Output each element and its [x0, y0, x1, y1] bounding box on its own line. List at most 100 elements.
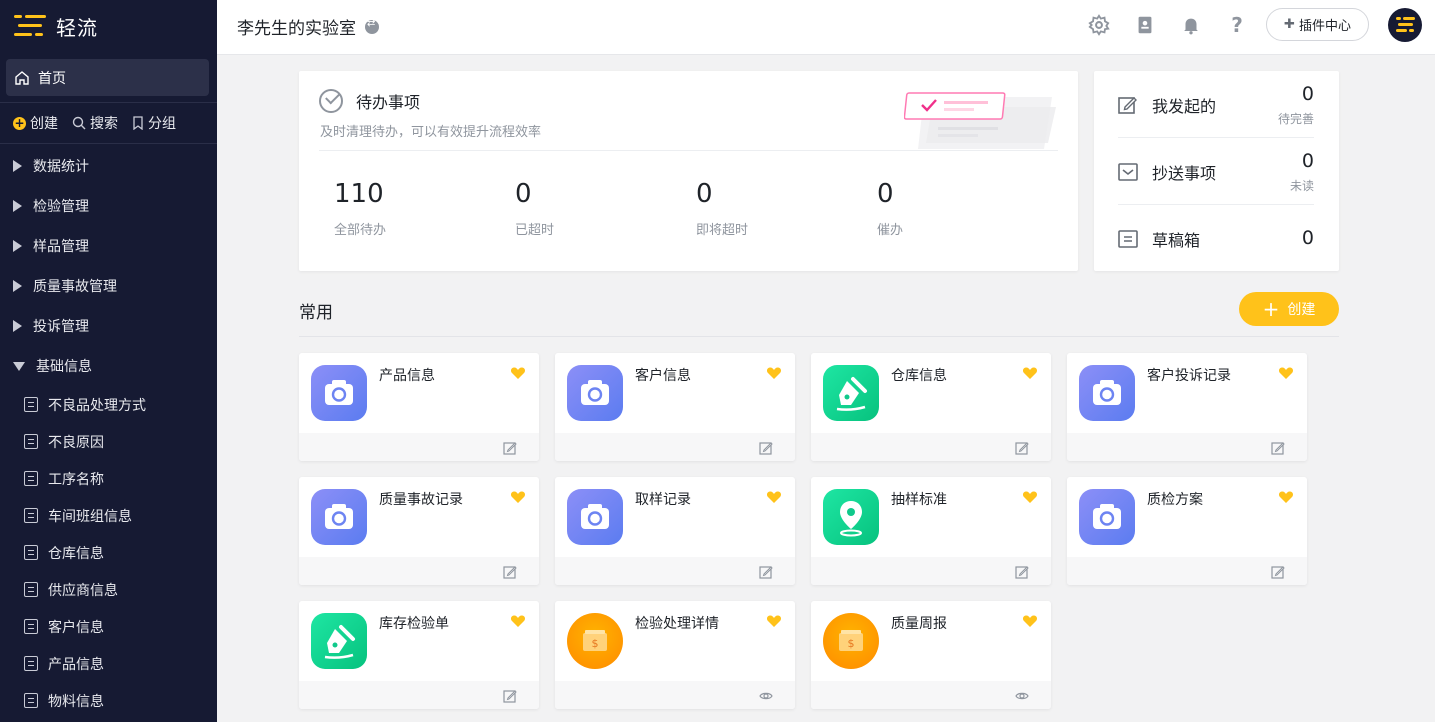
favorite-heart-icon[interactable]: [510, 365, 526, 381]
summary-count: 0: [1301, 227, 1314, 249]
sidebar-sub-item[interactable]: 工序名称: [0, 460, 217, 497]
sidebar-sub-item[interactable]: 车间班组信息: [0, 497, 217, 534]
summary-note: 待完善: [1277, 112, 1314, 126]
todo-stat-urged[interactable]: 0 催办: [877, 179, 903, 238]
camera-icon: [567, 365, 623, 421]
favorite-heart-icon[interactable]: [766, 365, 782, 381]
favorite-heart-icon[interactable]: [510, 613, 526, 629]
todo-stat-due-soon[interactable]: 0 即将超时: [696, 179, 748, 238]
sidebar-group-incidents[interactable]: 质量事故管理: [0, 266, 217, 306]
app-card[interactable]: 库存检验单: [299, 601, 539, 709]
sidebar-group-label: 样品管理: [33, 239, 89, 255]
stat-label: 已超时: [515, 223, 555, 238]
sidebar-group-samples[interactable]: 样品管理: [0, 226, 217, 266]
plus-circle-icon: +: [13, 115, 26, 130]
app-card[interactable]: 质量事故记录: [299, 477, 539, 585]
summary-row-drafts[interactable]: 草稿箱 0: [1118, 205, 1314, 272]
app-name: 库存检验单: [379, 616, 449, 632]
sidebar-sub-label: 不良品处理方式: [48, 397, 146, 414]
todo-illustration-icon: [904, 92, 1056, 149]
quick-group-button[interactable]: 分组: [132, 113, 176, 133]
edit-icon[interactable]: [1015, 564, 1029, 579]
app-card[interactable]: 客户信息: [555, 353, 795, 461]
sidebar-sub-item[interactable]: 客户信息: [0, 608, 217, 645]
app-card[interactable]: $ 检验处理详情: [555, 601, 795, 709]
sidebar-group-complaints[interactable]: 投诉管理: [0, 306, 217, 346]
camera-icon: [311, 365, 367, 421]
sidebar-group-stats[interactable]: 数据统计: [0, 146, 217, 186]
plugin-center-button[interactable]: ✚ 插件中心: [1266, 8, 1369, 41]
favorite-heart-icon[interactable]: [766, 489, 782, 505]
form-icon: [24, 434, 38, 449]
todo-card: 待办事项 及时清理待办，可以有效提升流程效率 110 全部待办 0 已超时 0 …: [299, 71, 1078, 271]
eye-icon[interactable]: [1015, 688, 1029, 702]
edit-icon[interactable]: [759, 564, 773, 579]
avatar[interactable]: [1388, 8, 1422, 42]
summary-row-cc[interactable]: 抄送事项 0 未读: [1118, 138, 1314, 205]
app-card[interactable]: 产品信息: [299, 353, 539, 461]
app-card[interactable]: 抽样标准: [811, 477, 1051, 585]
sidebar-item-home[interactable]: 首页: [6, 59, 209, 96]
bell-icon[interactable]: [1180, 14, 1202, 36]
form-icon: [24, 656, 38, 671]
todo-divider: [319, 150, 1058, 151]
app-card[interactable]: 仓库信息: [811, 353, 1051, 461]
stat-label: 催办: [877, 223, 904, 238]
help-icon[interactable]: ?: [1226, 14, 1248, 36]
sidebar-sub-item[interactable]: 物料信息: [0, 682, 217, 719]
app-card-footer: [555, 681, 795, 709]
sidebar-group-inspection[interactable]: 检验管理: [0, 186, 217, 226]
create-label: 创建: [1287, 302, 1316, 318]
edit-icon[interactable]: [1271, 564, 1285, 579]
stat-value: 110: [334, 179, 384, 209]
edit-icon[interactable]: [503, 440, 517, 455]
puzzle-icon: ✚: [1284, 17, 1295, 32]
settings-icon[interactable]: [1088, 14, 1110, 36]
app-card[interactable]: 质检方案: [1067, 477, 1307, 585]
sidebar-item-label: 首页: [38, 70, 66, 87]
todo-stat-overdue[interactable]: 0 已超时: [515, 179, 554, 238]
eye-icon[interactable]: [759, 688, 773, 702]
edit-icon[interactable]: [759, 440, 773, 455]
app-name: 客户投诉记录: [1147, 368, 1231, 384]
sidebar-sub-item[interactable]: 产品信息: [0, 645, 217, 682]
app-card[interactable]: $ 质量周报: [811, 601, 1051, 709]
favorite-heart-icon[interactable]: [1022, 365, 1038, 381]
sidebar-sub-item[interactable]: 仓库信息: [0, 534, 217, 571]
edit-icon[interactable]: [1271, 440, 1285, 455]
quick-search-button[interactable]: 搜索: [72, 113, 118, 133]
sidebar-sub-label: 产品信息: [48, 656, 104, 673]
favorite-heart-icon[interactable]: [1278, 365, 1294, 381]
todo-stat-all[interactable]: 110 全部待办: [334, 179, 386, 238]
app-name: 质量周报: [891, 616, 947, 632]
app-logo[interactable]: 轻流: [0, 0, 217, 52]
stat-value: 0: [696, 179, 713, 209]
favorite-heart-icon[interactable]: [1022, 489, 1038, 505]
sidebar-group-basic-info[interactable]: 基础信息: [0, 346, 217, 386]
coin-icon: $: [823, 613, 879, 669]
edit-icon[interactable]: [1015, 440, 1029, 455]
favorite-heart-icon[interactable]: [766, 613, 782, 629]
edit-icon[interactable]: [503, 564, 517, 579]
app-card-footer: [299, 681, 539, 709]
sidebar-sub-item[interactable]: 不良品处理方式: [0, 386, 217, 423]
workspace-switcher[interactable]: 李先生的实验室: [237, 14, 379, 39]
app-card[interactable]: 取样记录: [555, 477, 795, 585]
favorite-heart-icon[interactable]: [1022, 613, 1038, 629]
create-app-button[interactable]: + 创建: [1239, 292, 1339, 326]
app-card-footer: [555, 433, 795, 461]
favorite-heart-icon[interactable]: [1278, 489, 1294, 505]
edit-icon[interactable]: [503, 688, 517, 703]
favorite-heart-icon[interactable]: [510, 489, 526, 505]
summary-label: 抄送事项: [1152, 163, 1217, 183]
caret-right-icon: [13, 240, 22, 252]
sidebar-sub-item[interactable]: 供应商信息: [0, 571, 217, 608]
contacts-icon[interactable]: [1134, 14, 1156, 36]
quick-create-button[interactable]: + 创建: [13, 113, 58, 133]
summary-row-initiated[interactable]: 我发起的 0 待完善: [1118, 71, 1314, 138]
summary-card: 我发起的 0 待完善 抄送事项 0 未读 草稿箱 0: [1094, 71, 1339, 271]
sidebar-group-label: 数据统计: [33, 159, 89, 175]
summary-count: 0: [1301, 83, 1314, 105]
app-card[interactable]: 客户投诉记录: [1067, 353, 1307, 461]
sidebar-sub-item[interactable]: 不良原因: [0, 423, 217, 460]
